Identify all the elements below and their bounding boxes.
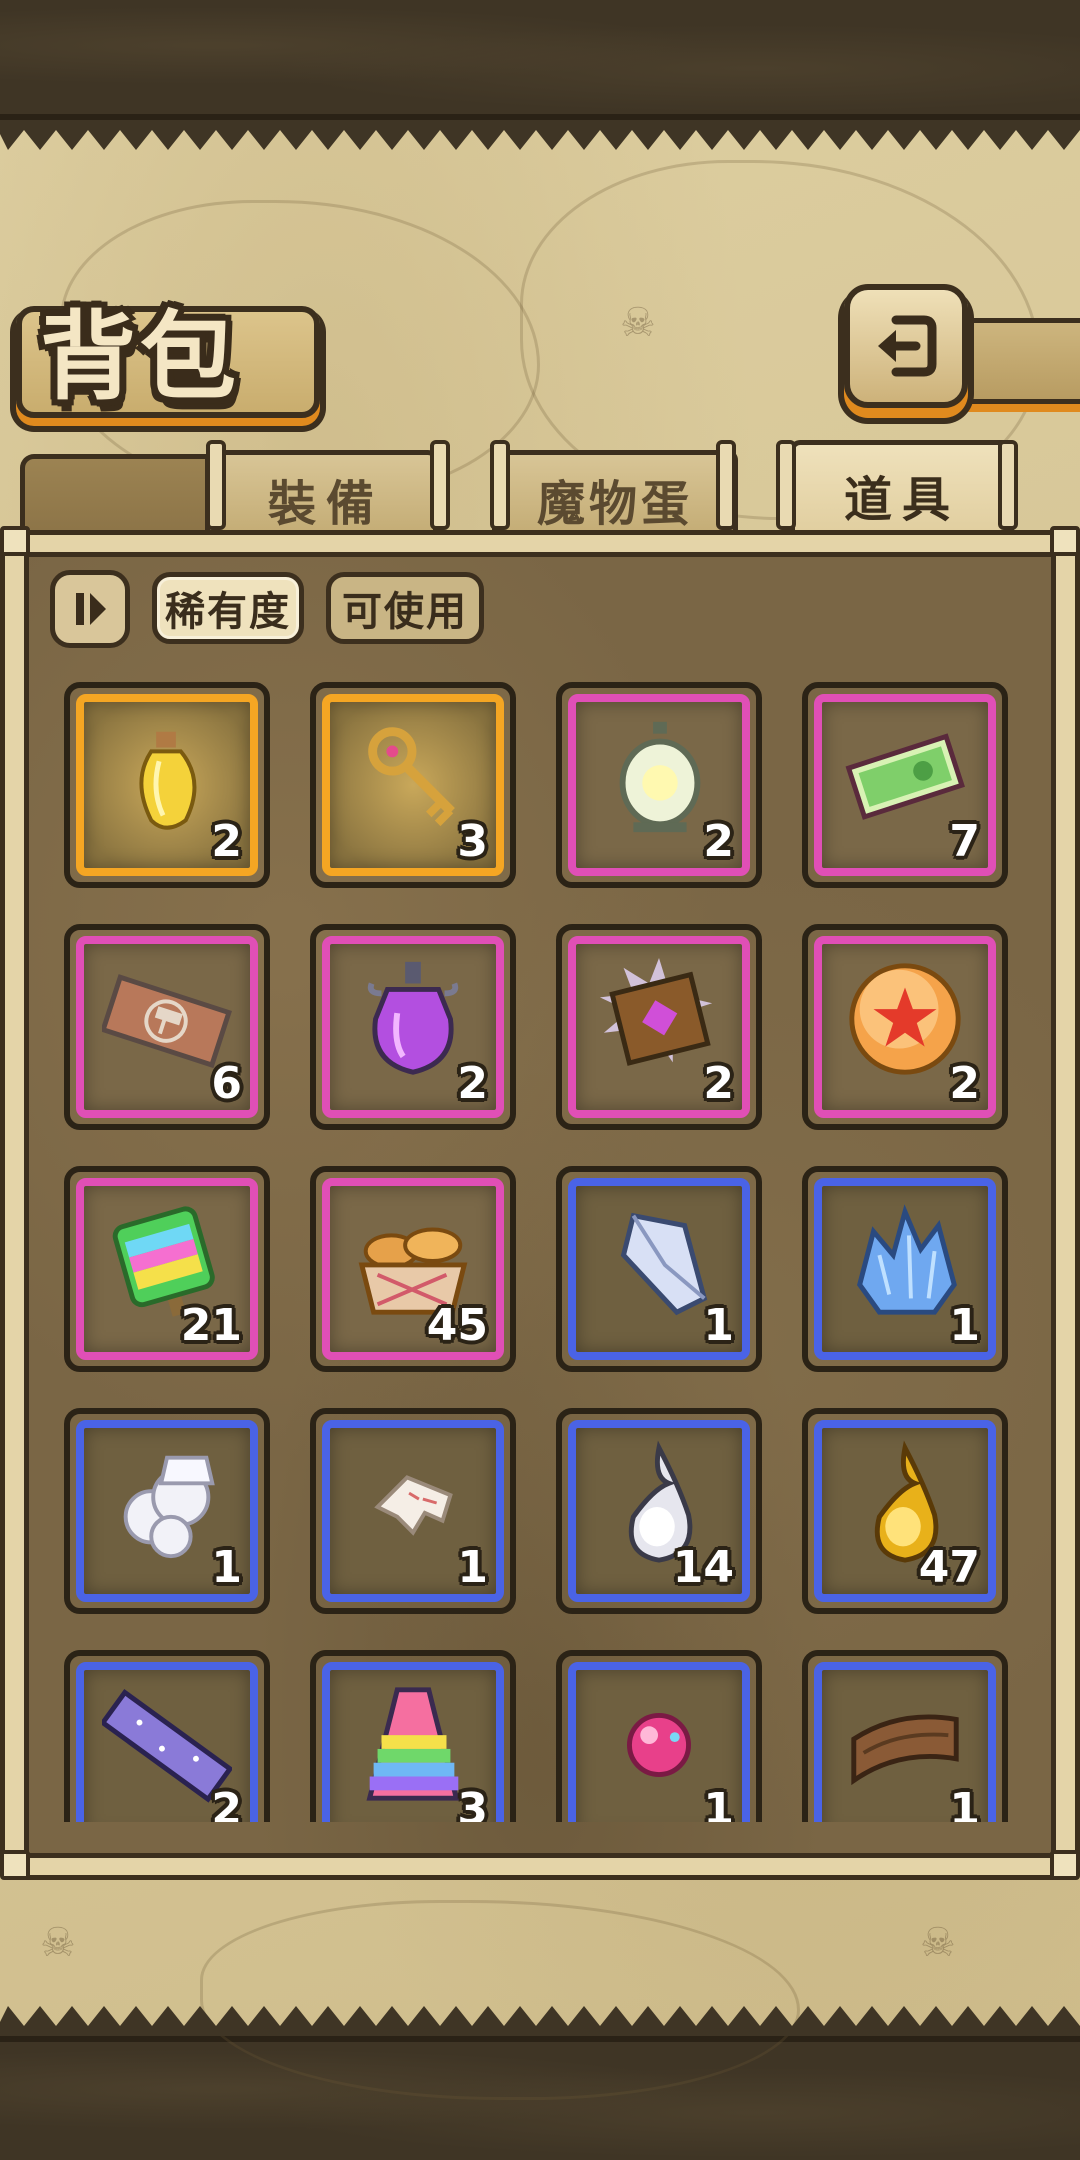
panel-corner	[1050, 526, 1080, 556]
item-frame: 14	[568, 1420, 750, 1602]
item-frame: 1	[322, 1420, 504, 1602]
panel-corner	[0, 1850, 30, 1880]
item-slot-golden-key[interactable]: 3	[310, 682, 516, 888]
map-coastline	[200, 1900, 800, 2100]
tab-post	[716, 440, 736, 530]
zigzag-border-bottom	[0, 2006, 1080, 2036]
item-count: 45	[426, 1300, 488, 1351]
item-frame: 6	[76, 936, 258, 1118]
item-slot-blue-crystal-cluster[interactable]: 1	[802, 1166, 1008, 1372]
tab-equipment[interactable]: 裝備	[214, 450, 438, 542]
item-frame: 2	[322, 936, 504, 1118]
item-count: 2	[703, 816, 734, 867]
item-slot-gold-flame-essence[interactable]: 47	[802, 1408, 1008, 1614]
item-count: 21	[180, 1300, 242, 1351]
skull-icon: ☠	[920, 1920, 956, 1966]
item-count: 1	[703, 1300, 734, 1351]
item-count: 2	[211, 1784, 242, 1822]
item-slot-rainbow-popsicle[interactable]: 21	[64, 1166, 270, 1372]
panel-corner	[1050, 1850, 1080, 1880]
panel-corner	[0, 526, 30, 556]
skull-icon: ☠	[40, 1920, 76, 1966]
filter-rarity-button[interactable]: 稀有度	[152, 572, 304, 644]
item-slot-yellow-potion-bottle[interactable]: 2	[64, 682, 270, 888]
item-slot-hammer-scroll[interactable]: 6	[64, 924, 270, 1130]
item-frame: 1	[814, 1662, 996, 1822]
item-count: 1	[703, 1784, 734, 1822]
item-count: 2	[949, 1058, 980, 1109]
item-slot-rainbow-dress[interactable]: 3	[310, 1650, 516, 1822]
item-frame: 3	[322, 1662, 504, 1822]
item-frame: 7	[814, 694, 996, 876]
item-slot-magic-spellbook[interactable]: 2	[556, 924, 762, 1130]
item-count: 1	[949, 1784, 980, 1822]
item-slot-white-flame-essence[interactable]: 14	[556, 1408, 762, 1614]
item-count: 6	[211, 1058, 242, 1109]
tab-monster-eggs[interactable]: 魔物蛋	[492, 450, 738, 542]
item-frame: 47	[814, 1420, 996, 1602]
item-slot-starry-bar[interactable]: 2	[64, 1650, 270, 1822]
item-count: 14	[672, 1542, 734, 1593]
item-count: 1	[949, 1300, 980, 1351]
tab-post	[490, 440, 510, 530]
item-frame: 2	[568, 694, 750, 876]
item-count: 3	[457, 1784, 488, 1822]
zigzag-border-top	[0, 120, 1080, 150]
tab-post	[206, 440, 226, 530]
return-arrow-icon	[878, 315, 937, 377]
item-frame: 1	[568, 1178, 750, 1360]
tab-post	[776, 440, 796, 530]
tab-post	[998, 440, 1018, 530]
item-slot-green-ticket[interactable]: 7	[802, 682, 1008, 888]
item-slot-silver-crystal-shard[interactable]: 1	[556, 1166, 762, 1372]
sort-toggle-button[interactable]	[50, 570, 130, 648]
back-button[interactable]	[844, 284, 968, 408]
item-frame: 1	[568, 1662, 750, 1822]
item-slot-glowing-lantern[interactable]: 2	[556, 682, 762, 888]
filter-usable-button[interactable]: 可使用	[326, 572, 484, 644]
item-slot-wooden-plank[interactable]: 1	[802, 1650, 1008, 1822]
item-count: 1	[457, 1542, 488, 1593]
item-frame: 2	[814, 936, 996, 1118]
item-count: 47	[918, 1542, 980, 1593]
item-count: 1	[211, 1542, 242, 1593]
skull-icon: ☠	[620, 300, 656, 346]
item-frame: 2	[76, 694, 258, 876]
page-title: 背包	[40, 300, 240, 413]
item-count: 2	[457, 1058, 488, 1109]
item-frame: 2	[568, 936, 750, 1118]
item-grid: 2 3 2 7 6 2 2 2 21 45 1 1 1 1 14 47 2 3 1 1	[64, 682, 1024, 1822]
top-map-band	[0, 0, 1080, 120]
item-slot-pink-bubble[interactable]: 1	[556, 1650, 762, 1822]
item-count: 2	[211, 816, 242, 867]
item-slot-purple-elixir-flask[interactable]: 2	[310, 924, 516, 1130]
tab-items[interactable]: 道具	[790, 440, 1014, 544]
item-slot-cloud-fluff[interactable]: 1	[64, 1408, 270, 1614]
sort-toggle-icon	[76, 593, 106, 625]
tab-post	[430, 440, 450, 530]
item-slot-star-orb[interactable]: 2	[802, 924, 1008, 1130]
item-frame: 2	[76, 1662, 258, 1822]
item-frame: 1	[76, 1420, 258, 1602]
item-frame: 3	[322, 694, 504, 876]
item-slot-bread-basket[interactable]: 45	[310, 1166, 516, 1372]
item-slot-paper-scrap[interactable]: 1	[310, 1408, 516, 1614]
item-frame: 45	[322, 1178, 504, 1360]
item-frame: 1	[814, 1178, 996, 1360]
item-count: 7	[949, 816, 980, 867]
item-count: 3	[457, 816, 488, 867]
item-count: 2	[703, 1058, 734, 1109]
item-frame: 21	[76, 1178, 258, 1360]
